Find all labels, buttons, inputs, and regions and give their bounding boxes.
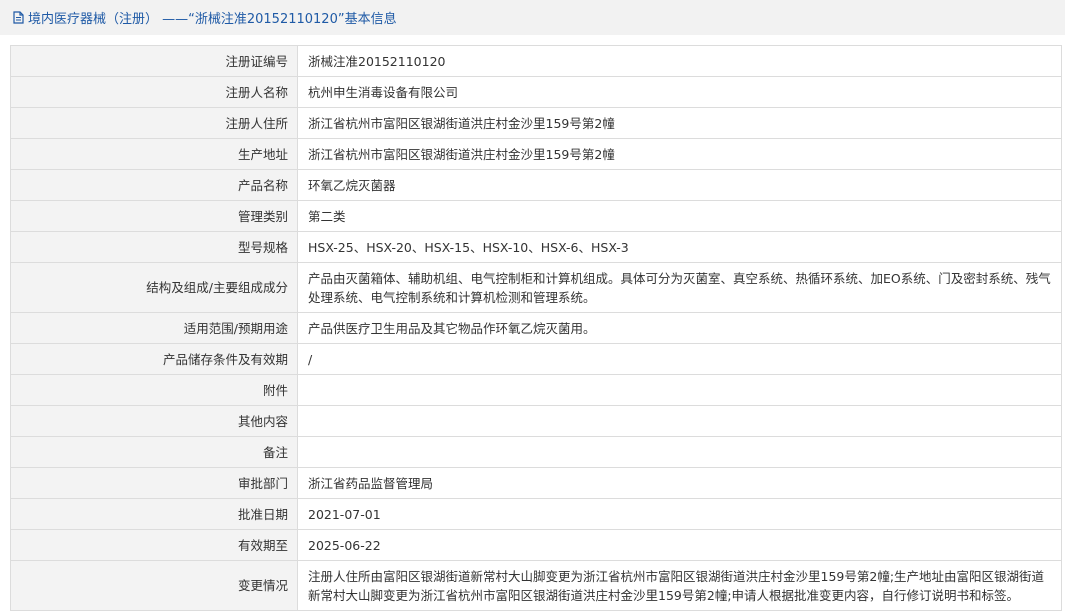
row-label: 注册人住所 [10, 107, 298, 139]
table-row-intended-use: 适用范围/预期用途 产品供医疗卫生用品及其它物品作环氧乙烷灭菌用。 [10, 312, 1062, 344]
row-value: 第二类 [297, 200, 1062, 232]
row-label: 产品储存条件及有效期 [10, 343, 298, 375]
row-value: 浙江省杭州市富阳区银湖街道洪庄村金沙里159号第2幢 [297, 107, 1062, 139]
table-row-approval-date: 批准日期 2021-07-01 [10, 498, 1062, 530]
row-value: 注册人住所由富阳区银湖街道新常村大山脚变更为浙江省杭州市富阳区银湖街道洪庄村金沙… [297, 560, 1062, 611]
page-header: 境内医疗器械（注册） ——“浙械注准20152110120”基本信息 [0, 0, 1065, 35]
table-row-management-class: 管理类别 第二类 [10, 200, 1062, 232]
table-row-change-history: 变更情况 注册人住所由富阳区银湖街道新常村大山脚变更为浙江省杭州市富阳区银湖街道… [10, 560, 1062, 611]
table-row-remarks: 备注 [10, 436, 1062, 468]
table-row-other-content: 其他内容 [10, 405, 1062, 437]
row-label: 产品名称 [10, 169, 298, 201]
row-value [297, 374, 1062, 406]
table-row-registrant-name: 注册人名称 杭州申生消毒设备有限公司 [10, 76, 1062, 108]
row-value: 浙械注准20152110120 [297, 45, 1062, 77]
row-label: 有效期至 [10, 529, 298, 561]
row-value [297, 436, 1062, 468]
row-value [297, 405, 1062, 437]
row-label: 管理类别 [10, 200, 298, 232]
info-table: 注册证编号 浙械注准20152110120 注册人名称 杭州申生消毒设备有限公司… [10, 45, 1062, 611]
table-row-registration-number: 注册证编号 浙械注准20152110120 [10, 45, 1062, 77]
row-label: 附件 [10, 374, 298, 406]
table-row-production-address: 生产地址 浙江省杭州市富阳区银湖街道洪庄村金沙里159号第2幢 [10, 138, 1062, 170]
row-label: 注册人名称 [10, 76, 298, 108]
table-row-structure-composition: 结构及组成/主要组成成分 产品由灭菌箱体、辅助机组、电气控制柜和计算机组成。具体… [10, 262, 1062, 313]
page-title: 境内医疗器械（注册） ——“浙械注准20152110120”基本信息 [28, 12, 397, 27]
row-label: 适用范围/预期用途 [10, 312, 298, 344]
row-value: 2025-06-22 [297, 529, 1062, 561]
row-value: 产品供医疗卫生用品及其它物品作环氧乙烷灭菌用。 [297, 312, 1062, 344]
table-row-model-spec: 型号规格 HSX-25、HSX-20、HSX-15、HSX-10、HSX-6、H… [10, 231, 1062, 263]
row-value: 产品由灭菌箱体、辅助机组、电气控制柜和计算机组成。具体可分为灭菌室、真空系统、热… [297, 262, 1062, 313]
table-row-product-name: 产品名称 环氧乙烷灭菌器 [10, 169, 1062, 201]
table-row-registrant-address: 注册人住所 浙江省杭州市富阳区银湖街道洪庄村金沙里159号第2幢 [10, 107, 1062, 139]
row-value: 浙江省杭州市富阳区银湖街道洪庄村金沙里159号第2幢 [297, 138, 1062, 170]
row-label: 注册证编号 [10, 45, 298, 77]
table-row-valid-until: 有效期至 2025-06-22 [10, 529, 1062, 561]
row-value: / [297, 343, 1062, 375]
row-label: 备注 [10, 436, 298, 468]
row-value: 环氧乙烷灭菌器 [297, 169, 1062, 201]
row-label: 审批部门 [10, 467, 298, 499]
row-label: 变更情况 [10, 560, 298, 611]
document-icon [12, 11, 25, 24]
info-table-container: 注册证编号 浙械注准20152110120 注册人名称 杭州申生消毒设备有限公司… [10, 45, 1062, 611]
row-value: 杭州申生消毒设备有限公司 [297, 76, 1062, 108]
row-label: 其他内容 [10, 405, 298, 437]
row-label: 生产地址 [10, 138, 298, 170]
row-value: 浙江省药品监督管理局 [297, 467, 1062, 499]
row-value: 2021-07-01 [297, 498, 1062, 530]
row-label: 结构及组成/主要组成成分 [10, 262, 298, 313]
row-label: 型号规格 [10, 231, 298, 263]
row-value: HSX-25、HSX-20、HSX-15、HSX-10、HSX-6、HSX-3 [297, 231, 1062, 263]
table-row-approval-dept: 审批部门 浙江省药品监督管理局 [10, 467, 1062, 499]
table-row-attachment: 附件 [10, 374, 1062, 406]
table-row-storage-validity: 产品储存条件及有效期 / [10, 343, 1062, 375]
row-label: 批准日期 [10, 498, 298, 530]
